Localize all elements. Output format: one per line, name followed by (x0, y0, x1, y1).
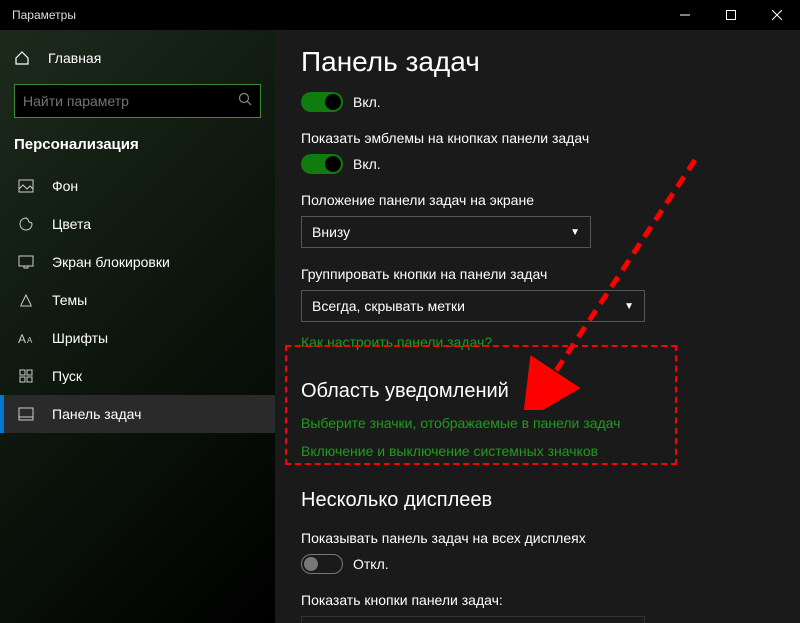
sidebar-item-start[interactable]: Пуск (0, 357, 275, 395)
home-label: Главная (48, 50, 101, 66)
select-icons-link[interactable]: Выберите значки, отображаемые в панели з… (301, 415, 774, 431)
sidebar-item-label: Темы (52, 292, 87, 308)
close-button[interactable] (754, 0, 800, 30)
multiple-displays-heading: Несколько дисплеев (301, 489, 774, 512)
search-icon (238, 92, 252, 111)
badges-label: Показать эмблемы на кнопках панели задач (301, 130, 774, 146)
sidebar-item-colors[interactable]: Цвета (0, 205, 275, 243)
svg-text:A: A (27, 336, 33, 345)
search-box[interactable] (14, 84, 261, 118)
sidebar-item-label: Панель задач (52, 406, 141, 422)
window-controls (662, 0, 800, 30)
toggle-multi-state: Откл. (353, 556, 389, 572)
sidebar-item-label: Цвета (52, 216, 91, 232)
page-title: Панель задач (301, 46, 774, 78)
main-panel: Панель задач Вкл. Показать эмблемы на кн… (275, 30, 800, 623)
multi-buttons-label: Показать кнопки панели задач: (301, 592, 774, 608)
search-input[interactable] (23, 93, 238, 109)
chevron-down-icon: ▼ (570, 227, 580, 238)
group-value: Всегда, скрывать метки (312, 298, 465, 314)
sidebar-item-themes[interactable]: Темы (0, 281, 275, 319)
toggle-1-state: Вкл. (353, 94, 381, 110)
svg-text:A: A (18, 332, 26, 345)
maximize-button[interactable] (708, 0, 754, 30)
home-icon (14, 50, 34, 66)
sidebar-item-label: Пуск (52, 368, 82, 384)
position-label: Положение панели задач на экране (301, 192, 774, 208)
window-title: Параметры (12, 8, 76, 22)
toggle-multi[interactable] (301, 554, 343, 574)
lock-screen-icon (18, 254, 38, 270)
multi-buttons-dropdown: Все панели задач ▼ (301, 616, 645, 623)
system-icons-link[interactable]: Включение и выключение системных значков (301, 443, 774, 459)
help-link[interactable]: Как настроить панели задач? (301, 334, 774, 350)
themes-icon (18, 292, 38, 308)
position-value: Внизу (312, 224, 350, 240)
group-label: Группировать кнопки на панели задач (301, 266, 774, 282)
sidebar-item-fonts[interactable]: AA Шрифты (0, 319, 275, 357)
toggle-badges-state: Вкл. (353, 156, 381, 172)
home-nav[interactable]: Главная (0, 40, 275, 76)
sidebar-item-label: Шрифты (52, 330, 108, 346)
sidebar-item-taskbar[interactable]: Панель задач (0, 395, 275, 433)
sidebar-item-label: Экран блокировки (52, 254, 170, 270)
chevron-down-icon: ▼ (624, 301, 634, 312)
category-heading: Персонализация (0, 136, 275, 167)
start-icon (18, 368, 38, 384)
sidebar-item-label: Фон (52, 178, 78, 194)
photo-icon (18, 178, 38, 194)
position-dropdown[interactable]: Внизу ▼ (301, 216, 591, 248)
sidebar-item-background[interactable]: Фон (0, 167, 275, 205)
minimize-button[interactable] (662, 0, 708, 30)
palette-icon (18, 216, 38, 232)
toggle-1[interactable] (301, 92, 343, 112)
titlebar: Параметры (0, 0, 800, 30)
multi-label: Показывать панель задач на всех дисплеях (301, 530, 774, 546)
toggle-badges[interactable] (301, 154, 343, 174)
group-dropdown[interactable]: Всегда, скрывать метки ▼ (301, 290, 645, 322)
sidebar: Главная Персонализация Фон Цвета Экран б… (0, 30, 275, 623)
sidebar-item-lockscreen[interactable]: Экран блокировки (0, 243, 275, 281)
notification-area-heading: Область уведомлений (301, 380, 774, 403)
fonts-icon: AA (18, 331, 38, 345)
taskbar-icon (18, 406, 38, 422)
